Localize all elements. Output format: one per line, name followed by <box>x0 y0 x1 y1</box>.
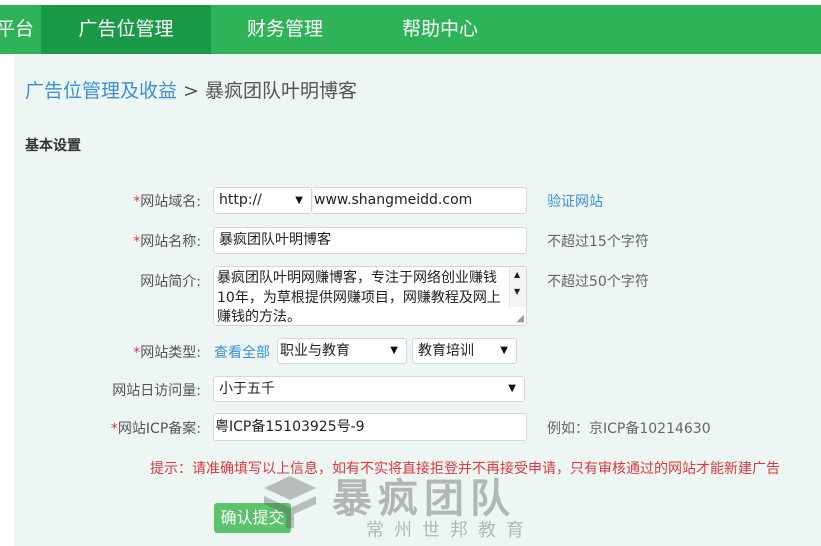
verify-site-link[interactable]: 验证网站 <box>547 191 603 211</box>
icp-hint: 例如：京ICP备10214630 <box>547 421 711 437</box>
category-select[interactable]: 职业与教育 ▼ <box>277 338 407 364</box>
chevron-down-icon: ▼ <box>508 383 516 394</box>
view-all-link[interactable]: 查看全部 <box>214 342 270 362</box>
required-mark: * <box>110 421 118 437</box>
domain-label: *网站域名: <box>133 194 201 210</box>
breadcrumb-current: 暴疯团队叶明博客 <box>204 80 357 102</box>
site-name-label: *网站名称: <box>133 234 201 250</box>
icp-value: 粤ICP备15103925号-9 <box>215 419 365 435</box>
scroll-down-icon[interactable]: ▼ <box>514 287 520 296</box>
protocol-select[interactable]: http:// ▼ <box>213 187 312 214</box>
nav-tab-finance[interactable]: 财务管理 <box>247 5 323 54</box>
daily-visits-select[interactable]: 小于五千 ▼ <box>213 376 525 402</box>
subcategory-select[interactable]: 教育培训 ▼ <box>412 338 517 364</box>
watermark: 暴疯团队 常州世邦教育 <box>262 466 562 546</box>
icp-label: *网站ICP备案: <box>110 421 201 437</box>
site-intro-value: 暴疯团队叶明网赚博客，专注于网络创业赚钱10年，为草根提供网赚项目，网赚教程及网… <box>217 270 501 325</box>
site-name-value: 暴疯团队叶明博客 <box>219 232 331 248</box>
site-intro-label: 网站简介: <box>140 274 201 290</box>
daily-visits-label: 网站日访问量: <box>112 383 201 399</box>
category-value: 职业与教育 <box>280 343 350 359</box>
top-nav: 平台 广告位管理 财务管理 帮助中心 <box>0 5 821 54</box>
site-intro-hint: 不超过50个字符 <box>547 274 649 290</box>
domain-value: www.shangmeidd.com <box>314 192 473 208</box>
scroll-up-icon[interactable]: ▲ <box>514 270 520 279</box>
watermark-sub-text: 常州世邦教育 <box>366 520 534 541</box>
nav-tab-ad-management[interactable]: 广告位管理 <box>41 5 211 54</box>
domain-input[interactable]: www.shangmeidd.com <box>313 187 527 214</box>
icp-input[interactable]: 粤ICP备15103925号-9 <box>213 413 527 441</box>
subcategory-value: 教育培训 <box>418 343 474 359</box>
chevron-down-icon: ▼ <box>295 195 303 206</box>
site-type-label: *网站类型: <box>133 345 201 361</box>
nav-brand: 平台 <box>0 18 35 40</box>
nav-tab-help[interactable]: 帮助中心 <box>402 5 478 54</box>
textarea-scrollbar[interactable]: ▲ ▼ <box>509 267 526 307</box>
site-name-hint: 不超过15个字符 <box>547 234 649 250</box>
breadcrumb-parent-link[interactable]: 广告位管理及收益 <box>25 80 177 102</box>
daily-visits-value: 小于五千 <box>219 381 275 397</box>
breadcrumb: 广告位管理及收益 > 暴疯团队叶明博客 <box>25 76 357 103</box>
chevron-down-icon: ▼ <box>500 345 508 356</box>
watermark-logo-icon <box>264 476 316 528</box>
section-title: 基本设置 <box>25 138 81 154</box>
site-name-input[interactable]: 暴疯团队叶明博客 <box>213 227 527 254</box>
breadcrumb-separator: > <box>183 80 199 102</box>
protocol-value: http:// <box>219 192 262 208</box>
site-intro-textarea[interactable]: 暴疯团队叶明网赚博客，专注于网络创业赚钱10年，为草根提供网赚项目，网赚教程及网… <box>213 266 527 326</box>
chevron-down-icon: ▼ <box>390 345 398 356</box>
resize-handle-icon[interactable]: ◢ <box>516 313 524 324</box>
